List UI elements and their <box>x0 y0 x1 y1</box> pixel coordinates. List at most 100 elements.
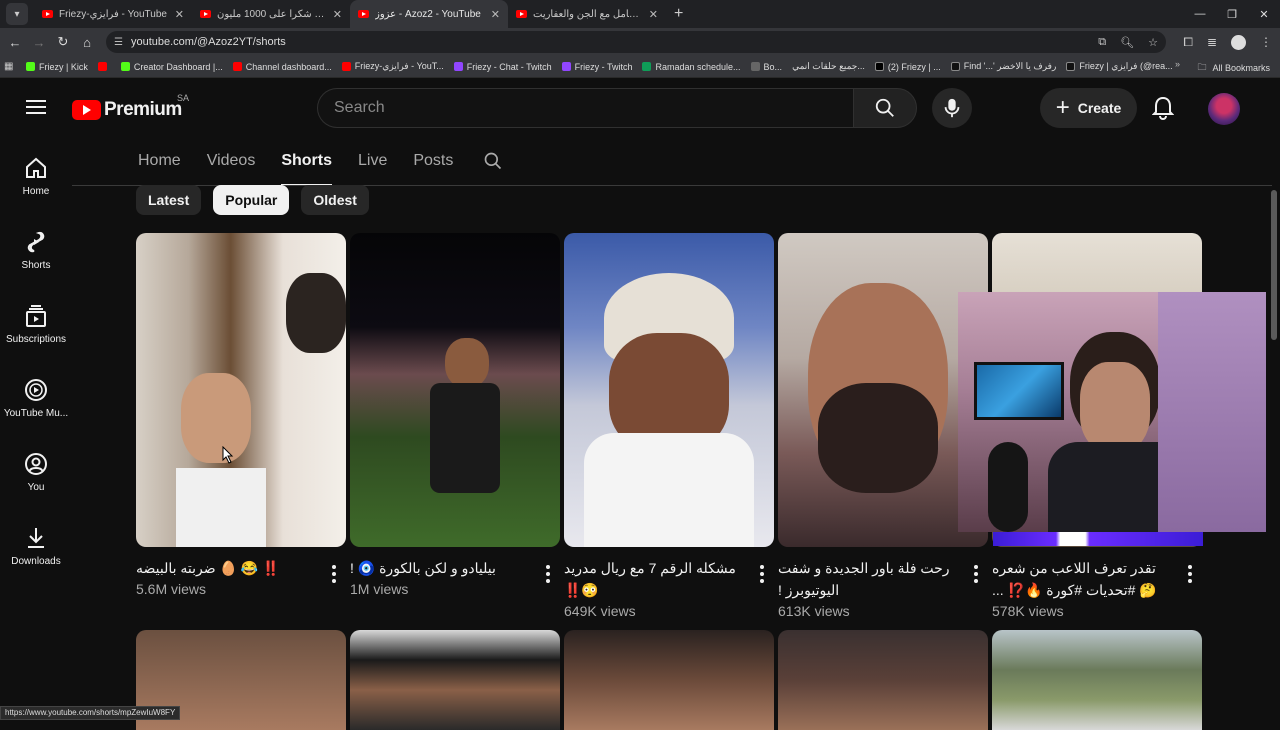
browser-tab[interactable]: Friezy-فرايزي - YouTube ✕ <box>34 0 192 28</box>
logo-text: Premium <box>104 99 182 120</box>
sidebar-item-subscriptions[interactable]: Subscriptions <box>0 284 72 358</box>
subscriptions-icon <box>26 305 46 327</box>
short-title[interactable]: تقدر تعرف اللاعب من شعره 🤔 #تحديات #كورة… <box>992 557 1170 601</box>
reading-list-icon[interactable]: ≣ <box>1207 35 1217 49</box>
youtube-premium-logo[interactable]: Premium SA <box>72 93 189 121</box>
bookmark-item[interactable]: Friezy | Kick <box>26 62 88 72</box>
voice-search-button[interactable] <box>932 88 972 128</box>
more-actions-icon[interactable] <box>332 565 336 583</box>
home-icon <box>26 157 46 178</box>
all-bookmarks-button[interactable]: 🗀 All Bookmarks <box>1197 60 1270 76</box>
bookmark-item[interactable]: Friezy - Chat - Twitch <box>453 61 552 72</box>
close-tab-icon[interactable]: ✕ <box>491 8 500 21</box>
sidebar-item-you[interactable]: You <box>0 432 72 506</box>
short-views: 5.6M views <box>136 581 207 597</box>
close-tab-icon[interactable]: ✕ <box>649 8 658 21</box>
bookmark-label: Friezy - Twitch <box>574 61 633 72</box>
short-card[interactable]: رحت فلة باور الجديدة و شفت اليوتيوبرز ! … <box>778 233 988 619</box>
site-info-icon[interactable]: ☰ <box>114 37 123 48</box>
tab-shorts[interactable]: Shorts <box>281 136 332 186</box>
short-thumbnail[interactable] <box>350 233 560 547</box>
bookmark-item[interactable]: (2) Friezy | ... <box>874 62 941 72</box>
sidebar-item-youtube-music[interactable]: YouTube Mu... <box>0 358 72 432</box>
address-bar[interactable]: ☰ youtube.com/@Azoz2YT/shorts ⧉ 🔍︎ ☆ <box>106 31 1166 53</box>
short-thumbnail[interactable] <box>778 233 988 547</box>
short-views: 1M views <box>350 581 409 597</box>
search-input[interactable]: Search <box>317 88 853 128</box>
bookmark-label: Find '...' رفرف يا الاخضر <box>963 61 1057 71</box>
more-actions-icon[interactable] <box>760 565 764 583</box>
forward-icon[interactable]: → <box>27 35 51 50</box>
zoom-icon[interactable]: 🔍︎ <box>1120 36 1134 49</box>
home-browser-icon[interactable]: ⌂ <box>75 35 99 50</box>
short-thumbnail[interactable] <box>778 630 988 730</box>
browser-profile-avatar[interactable] <box>1231 34 1246 50</box>
minimize-icon[interactable]: — <box>1184 0 1216 28</box>
reload-icon[interactable]: ↻ <box>51 34 75 50</box>
tab-videos[interactable]: Videos <box>207 136 256 186</box>
bookmark-label: Friezy - Chat - Twitch <box>466 61 552 72</box>
bookmark-item[interactable]: جميع حلقات انمي... <box>792 61 865 72</box>
back-icon[interactable]: ← <box>3 35 27 50</box>
account-avatar[interactable] <box>1208 93 1240 125</box>
short-card[interactable]: ‼️ 😂 🥚 ضربته بالبيضه 5.6M views <box>136 233 346 597</box>
tab-home[interactable]: Home <box>138 136 181 186</box>
bookmark-item[interactable]: Channel dashboard... <box>232 62 332 72</box>
channel-search-icon[interactable] <box>483 151 503 171</box>
chip-oldest[interactable]: Oldest <box>301 185 369 215</box>
create-button[interactable]: + Create <box>1040 88 1137 128</box>
short-thumbnail[interactable] <box>564 233 774 547</box>
sidebar-item-downloads[interactable]: Downloads <box>0 506 72 580</box>
more-actions-icon[interactable] <box>974 565 978 583</box>
tab-search-menu-button[interactable]: ▾ <box>6 3 28 25</box>
browser-tab[interactable]: رحلتنا 💯| #1 | شكرا على 1000 مليون ... ✕ <box>192 0 350 28</box>
sidebar-item-label: Subscriptions <box>5 334 67 345</box>
short-title[interactable]: رحت فلة باور الجديدة و شفت اليوتيوبرز ! <box>778 557 956 601</box>
bookmark-item[interactable]: Find '...' رفرف يا الاخضر <box>950 61 1057 72</box>
bookmark-item[interactable]: Friezy | فرايزي (@rea... <box>1066 61 1173 72</box>
short-thumbnail[interactable] <box>350 630 560 730</box>
bookmark-item[interactable] <box>97 62 111 71</box>
short-title[interactable]: مشكله الرقم 7 مع ريال مدريد 😳‼️ <box>564 557 742 601</box>
search-button[interactable] <box>853 88 917 128</box>
new-tab-icon[interactable]: + <box>674 5 683 23</box>
bookmark-star-icon[interactable]: ☆ <box>1148 36 1158 49</box>
sidebar-item-home[interactable]: Home <box>0 136 72 210</box>
chip-latest[interactable]: Latest <box>136 185 202 215</box>
more-bookmarks-icon[interactable]: » <box>1175 59 1180 69</box>
menu-icon[interactable] <box>26 100 46 114</box>
short-thumbnail[interactable] <box>564 630 774 730</box>
short-thumbnail[interactable] <box>136 233 346 547</box>
short-thumbnail[interactable] <box>992 630 1202 730</box>
browser-tab[interactable]: حارس امن يتعامل مع الجن والعفاريت ... ✕ <box>508 0 666 28</box>
sidebar-item-shorts[interactable]: Shorts <box>0 210 72 284</box>
install-app-icon[interactable]: ⧉ <box>1098 36 1106 49</box>
more-actions-icon[interactable] <box>1188 565 1192 583</box>
tab-posts[interactable]: Posts <box>413 136 453 186</box>
browser-tab-title: حارس امن يتعامل مع الجن والعفاريت ... <box>533 8 643 20</box>
tab-live[interactable]: Live <box>358 136 387 186</box>
close-tab-icon[interactable]: ✕ <box>175 8 184 21</box>
bookmark-item[interactable]: Creator Dashboard |... <box>120 62 223 72</box>
bookmark-item[interactable]: Bo... <box>750 62 782 72</box>
maximize-icon[interactable]: ❐ <box>1216 0 1248 28</box>
close-tab-icon[interactable]: ✕ <box>333 8 342 21</box>
close-window-icon[interactable]: ✕ <box>1248 0 1280 28</box>
browser-tab-active[interactable]: عزوز - Azoz2 - YouTube ✕ <box>350 0 508 28</box>
bookmark-item[interactable]: Friezy-فرايزي - YouT... <box>341 61 444 72</box>
chip-popular[interactable]: Popular <box>213 185 290 215</box>
short-card[interactable]: بيليادو و لكن بالكورة 🧿 ! 1M views <box>350 233 560 597</box>
apps-grid-icon[interactable]: ▦ <box>4 61 26 72</box>
more-actions-icon[interactable] <box>546 565 550 583</box>
page-scrollbar[interactable] <box>1271 190 1277 340</box>
short-title[interactable]: ‼️ 😂 🥚 ضربته بالبيضه <box>136 557 314 579</box>
notifications-bell-icon[interactable] <box>1151 96 1175 125</box>
browser-menu-icon[interactable]: ⋮ <box>1260 35 1272 49</box>
extensions-icon[interactable]: ⧠ <box>1183 35 1193 50</box>
short-card[interactable]: مشكله الرقم 7 مع ريال مدريد 😳‼️ 649K vie… <box>564 233 774 619</box>
bookmark-item[interactable]: Ramadan schedule... <box>642 62 741 72</box>
bookmark-item[interactable]: Friezy - Twitch <box>561 61 633 72</box>
folder-icon: 🗀 <box>1197 62 1207 72</box>
short-title[interactable]: بيليادو و لكن بالكورة 🧿 ! <box>350 557 528 579</box>
youtube-header: Premium SA Search + Create <box>0 80 1280 136</box>
